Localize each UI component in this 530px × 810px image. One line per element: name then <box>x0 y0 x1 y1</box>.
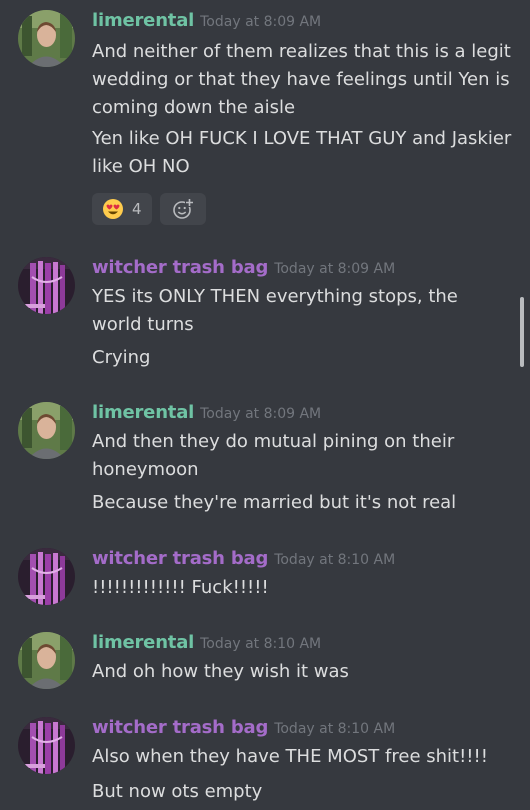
reaction-heart-eyes[interactable]: 4 <box>92 193 152 225</box>
timestamp: Today at 8:09 AM <box>274 261 396 277</box>
message-text: And neither of them realizes that this i… <box>92 41 511 118</box>
message-text: !!!!!!!!!!!!! Fuck!!!!! <box>92 577 269 598</box>
username[interactable]: witcher trash bag <box>92 257 268 278</box>
heart-eyes-emoji-icon <box>103 199 123 219</box>
add-reaction-button[interactable] <box>159 193 206 225</box>
message-text: Because they're married but it's not rea… <box>92 492 457 513</box>
message-header: witcher trash bag Today at 8:10 AM <box>92 717 395 738</box>
message-header: limerental Today at 8:09 AM <box>92 402 321 423</box>
timestamp: Today at 8:09 AM <box>200 14 322 30</box>
username[interactable]: limerental <box>92 10 194 31</box>
avatar[interactable] <box>18 632 75 689</box>
message-text: And oh how they wish it was <box>92 661 349 682</box>
message-header: limerental Today at 8:09 AM <box>92 10 321 31</box>
timestamp: Today at 8:10 AM <box>200 636 322 652</box>
username[interactable]: limerental <box>92 402 194 423</box>
timestamp: Today at 8:09 AM <box>200 406 322 422</box>
chat-window: limerental Today at 8:09 AM And neither o… <box>0 0 530 810</box>
timestamp: Today at 8:10 AM <box>274 552 396 568</box>
reaction-count: 4 <box>132 200 142 218</box>
timestamp: Today at 8:10 AM <box>274 721 396 737</box>
avatar[interactable] <box>18 257 75 314</box>
username[interactable]: limerental <box>92 632 194 653</box>
message-text: But now ots empty <box>92 781 263 802</box>
avatar[interactable] <box>18 402 75 459</box>
message-text: YES its ONLY THEN everything stops, the … <box>92 286 458 335</box>
reactions-bar: 4 <box>92 193 206 225</box>
add-emoji-icon <box>172 198 194 219</box>
username[interactable]: witcher trash bag <box>92 548 268 569</box>
message-text: Also when they have THE MOST free shit!!… <box>92 746 488 767</box>
avatar[interactable] <box>18 548 75 605</box>
message-text: Crying <box>92 347 151 368</box>
scrollbar-thumb[interactable] <box>520 297 524 367</box>
avatar[interactable] <box>18 717 75 774</box>
avatar[interactable] <box>18 10 75 67</box>
message-header: witcher trash bag Today at 8:10 AM <box>92 548 395 569</box>
username[interactable]: witcher trash bag <box>92 717 268 738</box>
message-header: limerental Today at 8:10 AM <box>92 632 321 653</box>
message-text: Yen like OH FUCK I LOVE THAT GUY and Jas… <box>92 128 512 177</box>
message-header: witcher trash bag Today at 8:09 AM <box>92 257 395 278</box>
message-text: And then they do mutual pining on their … <box>92 431 455 480</box>
